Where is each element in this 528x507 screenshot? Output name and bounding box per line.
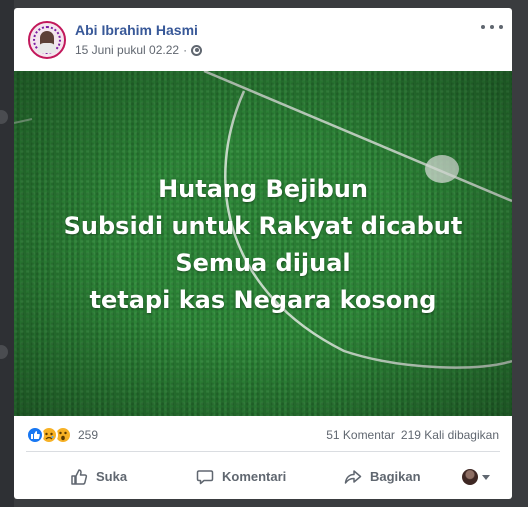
more-options-icon[interactable] [481,20,503,34]
comment-icon [196,469,214,484]
more-dot [499,25,503,29]
globe-icon[interactable] [191,44,203,56]
post-date[interactable]: 15 Juni pukul 02.22 [75,43,179,57]
action-bar: Suka Komentari Bagikan [14,460,512,493]
more-dot [490,25,494,29]
meta-separator: · [183,43,188,57]
engagement-counts: 51 Komentar 219 Kali dibagikan [320,428,499,442]
share-icon [344,469,362,484]
comment-label: Komentari [222,469,287,484]
comment-button[interactable]: Komentari [196,460,286,493]
caption-line: Hutang Bejibun [158,175,368,203]
author-name[interactable]: Abi Ibrahim Hasmi [75,22,198,38]
author-avatar[interactable] [28,21,66,59]
reaction-count[interactable]: 259 [78,428,98,442]
caret-down-icon [482,474,490,480]
caption-line: Subsidi untuk Rakyat dicabut [63,212,463,240]
reactions-summary[interactable]: 259 [26,426,98,444]
post-card: Abi Ibrahim Hasmi 15 Juni pukul 02.22 · … [14,8,512,499]
stats-divider [26,451,500,452]
like-reaction-icon [26,426,44,444]
thumbs-up-icon [71,468,88,485]
user-avatar-icon [462,469,478,485]
like-button[interactable]: Suka [70,460,127,493]
avatar-shirt [38,43,56,53]
share-count[interactable]: 219 Kali dibagikan [401,428,499,442]
post-meta: 15 Juni pukul 02.22 · [75,43,203,57]
comment-count[interactable]: 51 Komentar [326,428,395,442]
more-dot [481,25,485,29]
share-label: Bagikan [370,469,421,484]
image-caption: Hutang Bejibun Subsidi untuk Rakyat dica… [14,171,512,319]
share-button[interactable]: Bagikan [344,460,421,493]
audience-selector[interactable] [462,469,490,485]
caption-line: tetapi kas Negara kosong [89,286,437,314]
post-image[interactable]: Hutang Bejibun Subsidi untuk Rakyat dica… [14,71,512,416]
like-label: Suka [96,469,128,484]
background-left-edge [0,0,14,507]
post-stats: 259 51 Komentar 219 Kali dibagikan [14,423,512,449]
post-header: Abi Ibrahim Hasmi 15 Juni pukul 02.22 · [14,8,512,71]
caption-line: Semua dijual [175,249,351,277]
